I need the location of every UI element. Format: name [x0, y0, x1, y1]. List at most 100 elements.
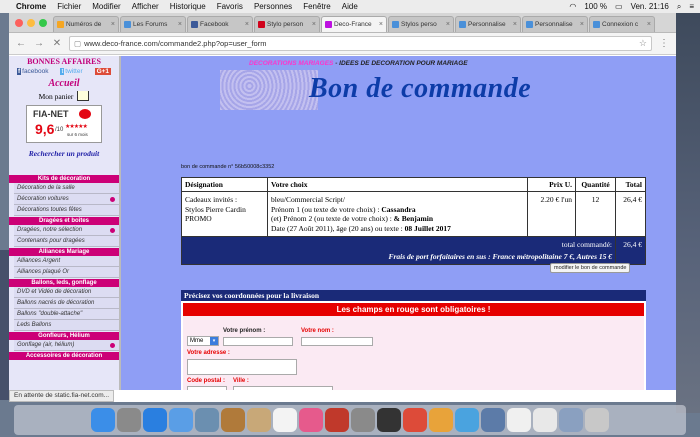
menu-bookmarks[interactable]: Favoris [217, 2, 243, 11]
xcode-icon[interactable] [455, 408, 479, 432]
activity-monitor-icon[interactable] [377, 408, 401, 432]
close-tab-icon[interactable]: × [446, 21, 450, 28]
menu-item[interactable]: Contenants pour dragées [14, 236, 119, 247]
menu-edit[interactable]: Modifier [92, 2, 120, 11]
tab-4[interactable]: Deco-France × [321, 16, 387, 32]
menu-category[interactable]: Ballons, leds, gonflage [9, 279, 119, 287]
fianet-brand: FIA-NET [33, 109, 69, 119]
link-wedding-decorations[interactable]: DECORATIONS MARIAGES [249, 60, 333, 67]
link-wedding-ideas[interactable]: IDEES DE DECORATION POUR MARIAGE [339, 60, 467, 67]
search-icon[interactable]: ⌕ [677, 2, 681, 12]
forward-icon[interactable]: → [33, 38, 45, 49]
menu-view[interactable]: Afficher [132, 2, 159, 11]
menu-item[interactable]: Décoration de la salle [14, 183, 119, 194]
menu-item[interactable]: Décorations toutes fêtes [14, 205, 119, 216]
search-product-link[interactable]: Rechercher un produit [9, 149, 119, 158]
menu-category[interactable]: Accessoires de décoration [9, 352, 119, 360]
minimize-window-icon[interactable] [27, 19, 35, 27]
favicon-icon [191, 21, 198, 28]
menu-item[interactable]: DVD et Vidéo de décoration [14, 287, 119, 298]
finder-icon[interactable] [91, 408, 115, 432]
tab-3[interactable]: Stylo person × [254, 16, 320, 32]
bookmark-star-icon[interactable]: ☆ [639, 38, 647, 49]
lastname-input[interactable] [301, 337, 373, 346]
menu-item[interactable]: Gonflage (air, hélium) [14, 340, 119, 351]
close-tab-icon[interactable]: × [379, 21, 383, 28]
tab-5[interactable]: Stylos perso × [388, 16, 454, 32]
calendar-icon[interactable] [273, 408, 297, 432]
menu-item[interactable]: Leds Ballons [14, 320, 119, 331]
home-link[interactable]: Accueil [9, 78, 119, 89]
mail-icon[interactable] [169, 408, 193, 432]
close-tab-icon[interactable]: × [513, 21, 517, 28]
tab-2[interactable]: Facebook × [187, 16, 253, 32]
itunes-icon[interactable] [299, 408, 323, 432]
chrome-icon[interactable] [403, 408, 427, 432]
menu-help[interactable]: Aide [342, 2, 358, 11]
menu-category[interactable]: Alliances Mariage [9, 248, 119, 256]
trash-icon[interactable] [585, 408, 609, 432]
fianet-badge[interactable]: FIA-NET 9,6 ★★★★★ /10 sur 6 mois [26, 105, 102, 143]
battery-icon[interactable]: ▭ [615, 2, 623, 11]
close-tab-icon[interactable]: × [245, 21, 249, 28]
address-bar[interactable]: ▢ www.deco-france.com/commande2.php?op=u… [69, 36, 652, 51]
menu-app-name[interactable]: Chrome [16, 2, 46, 11]
books-icon[interactable] [221, 408, 245, 432]
city-input[interactable] [233, 386, 333, 390]
tab-6[interactable]: Personnalise × [455, 16, 521, 32]
notifications-icon[interactable]: ≡ [689, 2, 694, 11]
gplus-button[interactable]: G+1 [94, 68, 112, 75]
app-store-icon[interactable] [143, 408, 167, 432]
menu-people[interactable]: Personnes [254, 2, 292, 11]
close-tab-icon[interactable]: × [647, 21, 651, 28]
close-tab-icon[interactable]: × [312, 21, 316, 28]
photos-icon[interactable] [429, 408, 453, 432]
tab-1[interactable]: Les Forums × [120, 16, 186, 32]
launchpad-icon[interactable] [117, 408, 141, 432]
tab-7[interactable]: Personnalise × [522, 16, 588, 32]
photo-booth-icon[interactable] [325, 408, 349, 432]
tab-8[interactable]: Connexion c × [589, 16, 655, 32]
zoom-window-icon[interactable] [39, 19, 47, 27]
download-icon[interactable] [559, 408, 583, 432]
menu-file[interactable]: Fichier [57, 2, 81, 11]
tab-0[interactable]: Numéros de × [53, 16, 119, 32]
modify-order-button[interactable]: modifier le bon de commande [550, 263, 631, 273]
menu-category[interactable]: Kits de décoration [9, 175, 119, 183]
back-icon[interactable]: ← [15, 38, 27, 49]
clock[interactable]: Ven. 21:16 [631, 2, 669, 11]
zip-input[interactable] [187, 386, 227, 390]
close-tab-icon[interactable]: × [111, 21, 115, 28]
system-preferences-icon[interactable] [351, 408, 375, 432]
chrome-menu-icon[interactable]: ⋮ [658, 38, 670, 49]
menu-item[interactable]: Ballons nacrés de décoration [14, 298, 119, 309]
close-tab-icon[interactable]: × [580, 21, 584, 28]
wifi-icon[interactable]: ◠ [569, 2, 576, 11]
contacts-icon[interactable] [247, 408, 271, 432]
menu-item[interactable]: Décoration voitures [14, 194, 119, 205]
menu-item[interactable]: Alliances plaqué Or [14, 267, 119, 278]
finder-window-icon[interactable] [481, 408, 505, 432]
document-icon[interactable] [507, 408, 531, 432]
choice-prefix: Date (27 Août 2011), âge (20 ans) ou tex… [271, 223, 405, 233]
facebook-link[interactable]: f facebook [16, 68, 49, 75]
menu-window[interactable]: Fenêtre [303, 2, 331, 11]
battery-label[interactable]: 100 % [584, 2, 607, 11]
close-window-icon[interactable] [15, 19, 23, 27]
stop-icon[interactable]: ✕ [51, 38, 63, 49]
menu-history[interactable]: Historique [170, 2, 206, 11]
menu-item[interactable]: Alliances Argent [14, 256, 119, 267]
menu-item[interactable]: Dragées, notre sélection [14, 225, 119, 236]
civility-select[interactable]: Mme ▾ [187, 336, 219, 346]
menu-item[interactable]: Ballons "double-attache" [14, 309, 119, 320]
twitter-link[interactable]: t twitter [60, 68, 83, 75]
address-textarea[interactable] [187, 359, 297, 375]
menu-category[interactable]: Dragées et boîtes [9, 217, 119, 225]
menu-category[interactable]: Gonfleurs, Hélium [9, 332, 119, 340]
header-links: DECORATIONS MARIAGES - IDEES DE DECORATI… [249, 60, 468, 67]
cart-link[interactable]: Mon panier [9, 91, 119, 101]
preview-icon[interactable] [195, 408, 219, 432]
firstname-input[interactable] [223, 337, 293, 346]
document-icon[interactable] [533, 408, 557, 432]
close-tab-icon[interactable]: × [178, 21, 182, 28]
